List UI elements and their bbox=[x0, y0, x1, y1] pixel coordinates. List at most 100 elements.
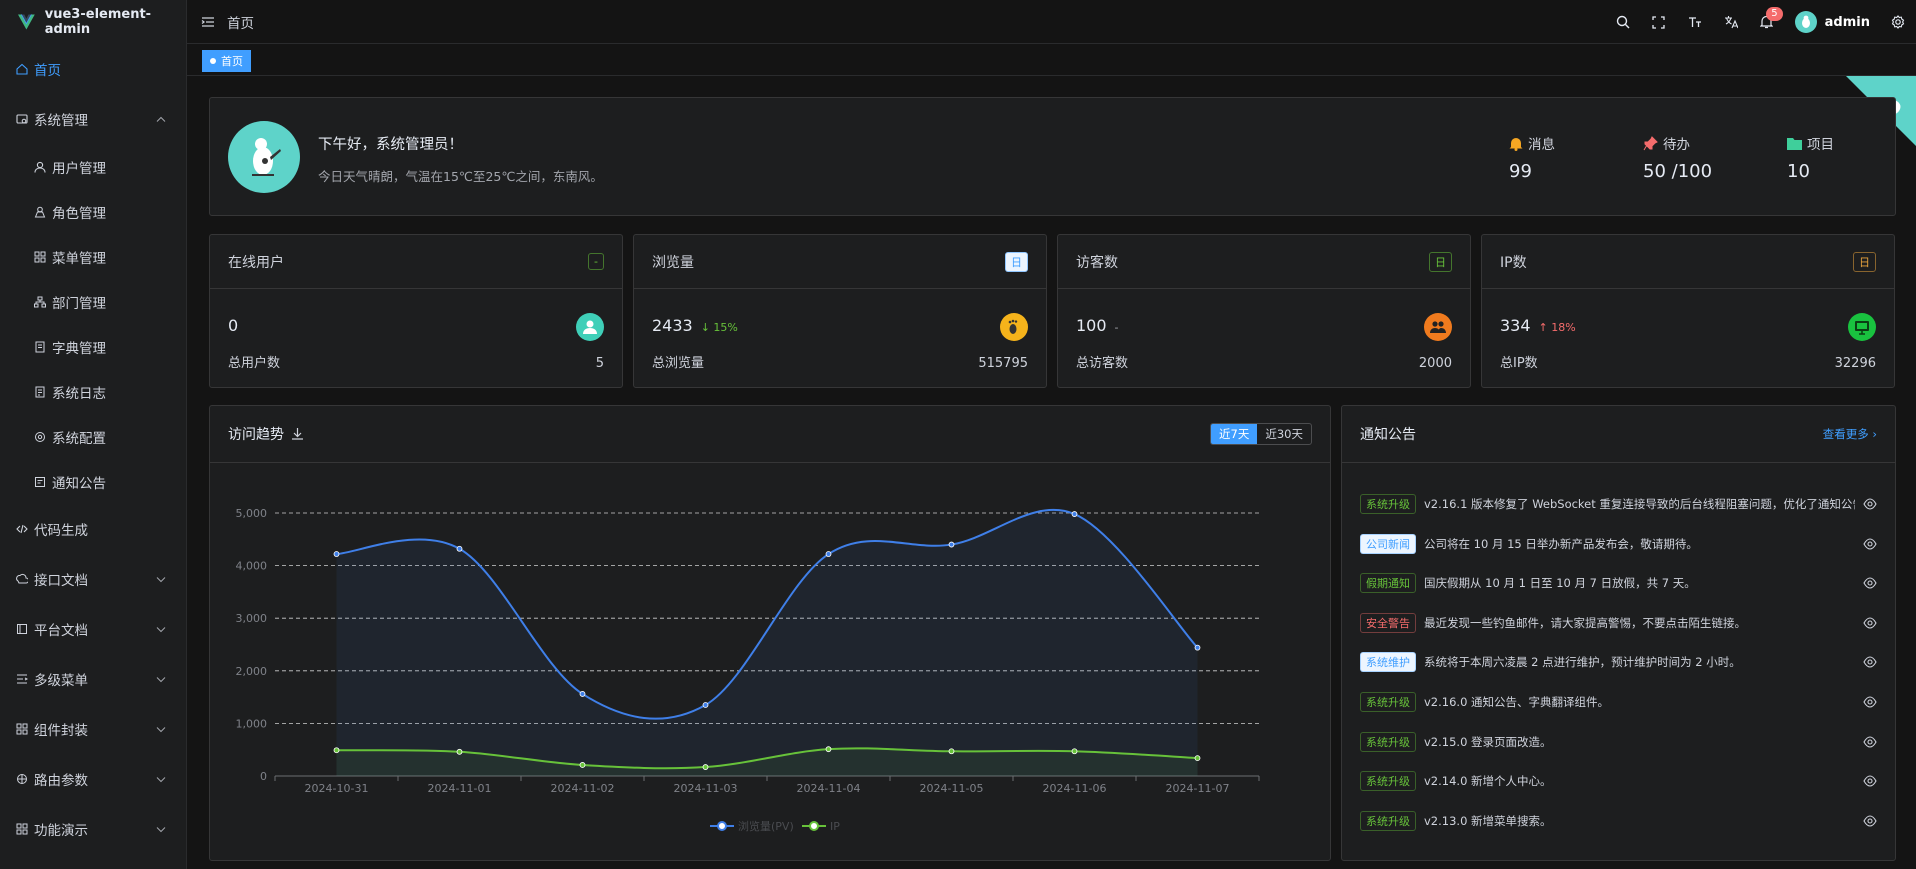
data-point bbox=[333, 747, 340, 754]
kpi-title: 访客数 bbox=[1076, 254, 1118, 271]
notice-type-tag[interactable]: 公司新闻 bbox=[1360, 533, 1416, 554]
eye-icon[interactable] bbox=[1863, 576, 1877, 590]
y-tick-label: 2,000 bbox=[236, 665, 268, 678]
eye-icon[interactable] bbox=[1863, 655, 1877, 669]
dept-icon bbox=[34, 296, 46, 307]
notice-type-tag[interactable]: 系统升级 bbox=[1360, 771, 1416, 792]
sidebar-item-label: 组件封装 bbox=[34, 723, 88, 739]
kpi-title: 浏览量 bbox=[652, 254, 694, 271]
sidebar-item[interactable]: 组件封装 bbox=[0, 704, 186, 754]
range-7-days[interactable]: 近7天 bbox=[1211, 424, 1258, 444]
stat-todo[interactable]: 待办 50 /100 bbox=[1643, 133, 1712, 182]
kpi-value: 100 bbox=[1076, 316, 1107, 335]
notice-type-tag[interactable]: 系统升级 bbox=[1360, 810, 1416, 831]
notice-text[interactable]: v2.14.0 新增个人中心。 bbox=[1424, 773, 1855, 789]
download-icon[interactable] bbox=[292, 428, 303, 440]
tag-home[interactable]: 首页 bbox=[202, 50, 251, 72]
notice-row: 系统升级 v2.13.0 新增菜单搜索。 bbox=[1360, 810, 1877, 831]
x-tick-label: 2024-10-31 bbox=[305, 782, 369, 795]
sidebar-item[interactable]: 平台文档 bbox=[0, 604, 186, 654]
chevron-down-icon bbox=[156, 673, 166, 686]
sidebar-subitem[interactable]: 角色管理 bbox=[0, 189, 186, 234]
kpi-page-views: 浏览量 日 2433 ↓ 15% 总浏览量 515795 bbox=[633, 234, 1047, 388]
sidebar-item[interactable]: 多级菜单 bbox=[0, 654, 186, 704]
language-button[interactable] bbox=[1713, 0, 1749, 44]
notice-card: 通知公告 查看更多 › 系统升级 v2.16.1 版本修复了 WebSocket … bbox=[1341, 405, 1896, 861]
kpi-value: 0 bbox=[228, 316, 239, 335]
eye-icon[interactable] bbox=[1863, 537, 1877, 551]
sidebar-item-label: 代码生成 bbox=[34, 523, 88, 539]
search-button[interactable] bbox=[1605, 0, 1641, 44]
kpi-period-tag: - bbox=[588, 253, 604, 270]
legend-label: 浏览量(PV) bbox=[738, 819, 794, 833]
search-icon bbox=[1616, 15, 1630, 29]
sidebar-subitem[interactable]: 部门管理 bbox=[0, 279, 186, 324]
font-size-button[interactable] bbox=[1677, 0, 1713, 44]
app-title: vue3-element-admin bbox=[44, 7, 152, 37]
kpi-title: 在线用户 bbox=[228, 254, 284, 271]
app-logo[interactable]: vue3-element-admin bbox=[0, 0, 186, 44]
sidebar-item[interactable]: 代码生成 bbox=[0, 504, 186, 554]
sidebar-subitem[interactable]: 系统日志 bbox=[0, 369, 186, 414]
eye-icon[interactable] bbox=[1863, 814, 1877, 828]
translate-icon bbox=[1724, 16, 1738, 29]
notice-title: 通知公告 bbox=[1360, 427, 1416, 443]
notice-type-tag[interactable]: 安全警告 bbox=[1360, 612, 1416, 633]
notice-text[interactable]: v2.15.0 登录页面改造。 bbox=[1424, 734, 1855, 750]
sidebar-subitem[interactable]: 用户管理 bbox=[0, 144, 186, 189]
notice-type-tag[interactable]: 系统升级 bbox=[1360, 731, 1416, 752]
notice-text[interactable]: 公司将在 10 月 15 日举办新产品发布会，敬请期待。 bbox=[1424, 536, 1855, 552]
active-dot-icon bbox=[210, 58, 216, 64]
x-tick-label: 2024-11-02 bbox=[551, 782, 615, 795]
sidebar-subitem[interactable]: 通知公告 bbox=[0, 459, 186, 504]
sidebar-item[interactable]: 系统管理 bbox=[0, 94, 186, 144]
legend-marker bbox=[809, 821, 819, 831]
notice-text[interactable]: v2.16.1 版本修复了 WebSocket 重复连接导致的后台线程阻塞问题，… bbox=[1424, 496, 1855, 512]
range-30-days[interactable]: 近30天 bbox=[1257, 424, 1311, 444]
x-tick-label: 2024-11-03 bbox=[674, 782, 738, 795]
collapse-menu-icon[interactable] bbox=[201, 15, 215, 29]
notice-type-tag[interactable]: 系统维护 bbox=[1360, 652, 1416, 673]
breadcrumb[interactable]: 首页 bbox=[227, 12, 254, 32]
notice-type-tag[interactable]: 系统升级 bbox=[1360, 692, 1416, 712]
fullscreen-button[interactable] bbox=[1641, 0, 1677, 44]
notification-button[interactable]: 5 bbox=[1749, 0, 1785, 44]
stat-messages[interactable]: 消息 99 bbox=[1509, 133, 1555, 182]
data-point bbox=[825, 551, 832, 557]
kpi-value: 2433 bbox=[652, 316, 693, 335]
sidebar-subitem[interactable]: 菜单管理 bbox=[0, 234, 186, 279]
trend-chart: 0 1,000 2,000 3,000 4,000 5,000 2024-10-31 2024… bbox=[236, 507, 1260, 833]
x-tick-label: 2024-11-04 bbox=[797, 782, 861, 795]
kpi-period-tag: 日 bbox=[1005, 251, 1028, 272]
data-point bbox=[333, 551, 340, 557]
eye-icon[interactable] bbox=[1863, 774, 1877, 788]
sidebar-item[interactable]: 接口文档 bbox=[0, 554, 186, 604]
notice-text[interactable]: v2.13.0 新增菜单搜索。 bbox=[1424, 813, 1855, 829]
stat-projects[interactable]: 项目 10 bbox=[1787, 133, 1834, 182]
eye-icon[interactable] bbox=[1863, 616, 1877, 630]
view-more-link[interactable]: 查看更多 › bbox=[1823, 426, 1877, 442]
sidebar-item[interactable]: 首页 bbox=[0, 44, 186, 94]
settings-button[interactable] bbox=[1880, 0, 1916, 44]
eye-icon[interactable] bbox=[1863, 695, 1877, 709]
route-icon bbox=[17, 774, 27, 784]
kpi-total: 515795 bbox=[978, 356, 1028, 371]
eye-icon[interactable] bbox=[1863, 497, 1877, 511]
footprint-icon bbox=[1000, 313, 1028, 341]
view-more-label: 查看更多 bbox=[1822, 427, 1869, 441]
sidebar-item[interactable]: 路由参数 bbox=[0, 754, 186, 804]
notice-text[interactable]: v2.16.0 通知公告、字典翻译组件。 bbox=[1424, 694, 1855, 710]
notice-text[interactable]: 国庆假期从 10 月 1 日至 10 月 7 日放假，共 7 天。 bbox=[1424, 575, 1855, 591]
notice-type-tag[interactable]: 假期通知 bbox=[1360, 573, 1416, 594]
user-menu[interactable]: admin bbox=[1785, 0, 1880, 44]
kpi-total: 32296 bbox=[1834, 356, 1876, 371]
chevron-down-icon bbox=[156, 573, 166, 586]
sidebar-item[interactable]: 功能演示 bbox=[0, 804, 186, 854]
eye-icon[interactable] bbox=[1863, 735, 1877, 749]
user-icon bbox=[34, 161, 46, 173]
sidebar-subitem[interactable]: 字典管理 bbox=[0, 324, 186, 369]
sidebar-subitem[interactable]: 系统配置 bbox=[0, 414, 186, 459]
notice-type-tag[interactable]: 系统升级 bbox=[1360, 494, 1416, 514]
notice-text[interactable]: 系统将于本周六凌晨 2 点进行维护，预计维护时间为 2 小时。 bbox=[1424, 654, 1855, 670]
notice-text[interactable]: 最近发现一些钓鱼邮件，请大家提高警惕，不要点击陌生链接。 bbox=[1424, 615, 1855, 631]
